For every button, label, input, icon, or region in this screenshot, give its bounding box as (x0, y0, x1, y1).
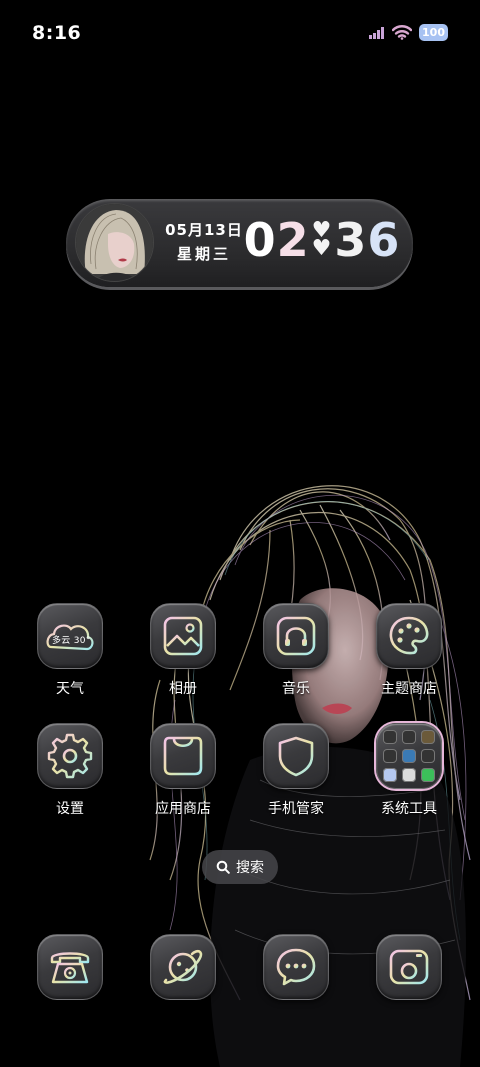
camera-icon[interactable] (376, 934, 442, 1000)
widget-weekday: 星期三 (176, 245, 231, 263)
status-bar: 8:16 100 (0, 0, 480, 66)
rotary-phone-glyph-icon (50, 952, 90, 984)
wallpaper-artwork (149, 485, 471, 1067)
app-weather[interactable]: 多云 30° 天气 (20, 603, 120, 698)
clock-widget[interactable]: 05月13日 星期三 0 2 ♥ ♥ 3 6 (66, 199, 413, 287)
search-label: 搜索 (236, 860, 264, 876)
mini-app-icon (421, 730, 435, 744)
avatar-portrait-image (76, 204, 153, 281)
app-label: 系统工具 (381, 801, 437, 817)
message-icon[interactable] (263, 934, 329, 1000)
wifi-icon (392, 25, 413, 40)
app-label: 设置 (56, 801, 84, 817)
dock-camera[interactable] (359, 934, 459, 1000)
planet-glyph-icon (163, 949, 203, 984)
widget-time-hour-ones: 2 (276, 213, 310, 267)
weather-icon[interactable]: 多云 30° (37, 603, 103, 669)
app-app-store[interactable]: 应用商店 (133, 723, 233, 818)
heart-separator-icon: ♥ ♥ (311, 218, 333, 261)
app-theme-store[interactable]: 主题商店 (359, 603, 459, 698)
app-label: 音乐 (282, 681, 310, 697)
shopping-bag-icon[interactable] (150, 723, 216, 789)
widget-time: 0 2 ♥ ♥ 3 6 (242, 212, 402, 268)
folder-preview-grid (383, 730, 435, 782)
mini-app-icon (383, 749, 397, 763)
widget-time-minute-tens: 3 (334, 213, 368, 267)
search-button[interactable]: 搜索 (202, 850, 278, 884)
app-settings[interactable]: 设置 (20, 723, 120, 818)
dock-messages[interactable] (246, 934, 346, 1000)
mini-app-icon (402, 730, 416, 744)
battery-indicator: 100 (419, 24, 448, 41)
mini-app-icon (421, 768, 435, 782)
status-time: 8:16 (32, 22, 82, 44)
mini-app-icon (402, 749, 416, 763)
app-label: 相册 (169, 681, 197, 697)
app-label: 手机管家 (268, 801, 324, 817)
shield-glyph-icon (278, 736, 314, 777)
app-label: 主题商店 (381, 681, 437, 697)
picture-icon (163, 616, 203, 656)
headphones-glyph-icon (276, 616, 316, 656)
phone-icon[interactable] (37, 934, 103, 1000)
status-icons: 100 (369, 24, 448, 41)
dock-phone[interactable] (20, 934, 120, 1000)
gear-icon[interactable] (37, 723, 103, 789)
palette-icon[interactable] (376, 603, 442, 669)
mini-app-icon (383, 730, 397, 744)
mini-app-icon (421, 749, 435, 763)
browser-planet-icon[interactable] (150, 934, 216, 1000)
gallery-icon[interactable] (150, 603, 216, 669)
dock-browser[interactable] (133, 934, 233, 1000)
camera-glyph-icon (389, 949, 429, 985)
folder-icon[interactable] (376, 723, 442, 789)
widget-avatar (76, 204, 153, 281)
mini-app-icon (402, 768, 416, 782)
app-system-tools-folder[interactable]: 系统工具 (359, 723, 459, 818)
weather-info: 多云 30° (52, 636, 91, 646)
shield-icon[interactable] (263, 723, 329, 789)
widget-time-minute-ones: 6 (367, 213, 401, 267)
app-gallery[interactable]: 相册 (133, 603, 233, 698)
bag-glyph-icon (163, 736, 203, 776)
widget-time-hour-tens: 0 (243, 213, 277, 267)
app-music[interactable]: 音乐 (246, 603, 346, 698)
palette-glyph-icon (389, 616, 429, 655)
cellular-signal-icon (369, 26, 385, 39)
headphones-icon[interactable] (263, 603, 329, 669)
app-phone-manager[interactable]: 手机管家 (246, 723, 346, 818)
chat-bubble-glyph-icon (276, 948, 316, 986)
app-label: 天气 (56, 681, 84, 697)
mini-app-icon (383, 768, 397, 782)
search-icon (216, 860, 230, 874)
gear-glyph-icon (47, 733, 93, 779)
app-label: 应用商店 (155, 801, 211, 817)
widget-date: 05月13日 (165, 221, 243, 239)
